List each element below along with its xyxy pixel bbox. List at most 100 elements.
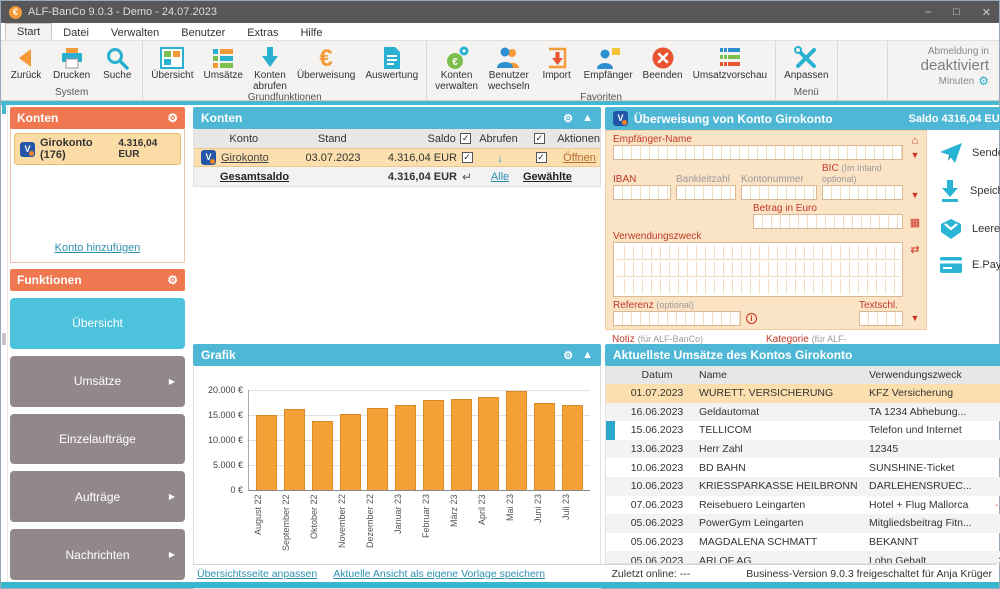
transaction-amount: -41,25 (995, 462, 1000, 474)
app-window: € ALF-BanCo 9.0.3 - Demo - 24.07.2023 – … (0, 0, 1000, 589)
sidebar-accounts-gear-icon[interactable]: ⚙ (167, 111, 178, 125)
chart-bar-november-22 (340, 414, 361, 491)
transaction-row[interactable]: 10.06.2023KRIESSPARKASSE HEILBRONNDARLEH… (606, 477, 1000, 496)
customize-overview-link[interactable]: Übersichtsseite anpassen (197, 568, 317, 580)
fetch-selected-link[interactable]: Gewählte (523, 171, 572, 183)
abrufen-checkbox[interactable]: ✓ (534, 133, 545, 144)
open-account-link[interactable]: Öffnen (563, 152, 596, 164)
fetch-all-link[interactable]: Alle (491, 171, 509, 183)
transaction-row[interactable]: 01.07.2023WURETT. VERSICHERUNGKFZ Versic… (606, 384, 1000, 403)
function-button-label: Umsätze (74, 374, 121, 388)
ribbon-button-search[interactable]: Suche (95, 43, 139, 82)
ribbon-button-customize[interactable]: Anpassen (779, 43, 833, 82)
amount-input[interactable] (753, 214, 903, 229)
total-label-link[interactable]: Gesamtsaldo (220, 171, 289, 183)
purpose-swap-icon[interactable]: ⇄ (910, 245, 919, 256)
ribbon-button-import[interactable]: Import (535, 43, 579, 82)
sidebar-account-item[interactable]: V Girokonto (176) 4.316,04 EUR (14, 133, 181, 165)
ribbon-button-quit[interactable]: Beenden (638, 43, 688, 82)
add-account-link[interactable]: Konto hinzufügen (55, 242, 141, 254)
save-template-link[interactable]: Aktuelle Ansicht als eigene Vorlage spei… (333, 568, 545, 580)
ribbon-button-label: Beenden (643, 71, 683, 82)
transaction-row[interactable]: 05.06.2023MAGDALENA SCHMATTBEKANNT-123,0… (606, 533, 1000, 552)
ribbon-button-manage-accounts[interactable]: €Konten verwalten (430, 43, 483, 92)
ribbon-button-overview[interactable]: Übersicht (146, 43, 198, 82)
transaction-row[interactable]: 05.06.2023PowerGym LeingartenMitgliedsbe… (606, 514, 1000, 533)
menu-tab-start[interactable]: Start (5, 23, 52, 40)
transaction-row[interactable]: 10.06.2023BD BAHNSUNSHINE-Ticket-41,25 (606, 458, 1000, 477)
chart-panel-gear-icon[interactable]: ⚙ (563, 349, 573, 362)
purpose-label: Verwendungszweck (613, 231, 903, 242)
iban-label: IBAN (613, 174, 671, 185)
ribbon-button-fetch-accounts[interactable]: Konten abrufen (248, 43, 292, 92)
calculator-icon[interactable]: ▦ (910, 218, 920, 229)
saldo-checkbox[interactable]: ✓ (460, 133, 471, 144)
accounts-panel-gear-icon[interactable]: ⚙ (563, 112, 573, 125)
transaction-row[interactable]: 13.06.2023Herr Zahl12345-0,75 (606, 440, 1000, 459)
transaction-row[interactable]: 16.06.2023GeldautomatTA 1234 Abhebung...… (606, 403, 1000, 422)
ribbon-button-back[interactable]: Zurück (4, 43, 48, 82)
info-icon[interactable]: i (746, 313, 757, 324)
minimize-button[interactable]: – (925, 6, 931, 19)
textkey-input[interactable] (859, 311, 903, 326)
home-recipient-icon[interactable]: ⌂ (912, 136, 919, 147)
transaction-row[interactable]: 15.06.2023TELLICOMTelefon und Internet-3… (606, 421, 1000, 440)
function-button-umsätze[interactable]: Umsätze▶ (10, 356, 185, 407)
transaction-purpose: 12345 (869, 443, 995, 455)
chart-x-axis: August 22September 22Oktober 22November … (249, 491, 590, 563)
menu-tab-benutzer[interactable]: Benutzer (170, 25, 236, 40)
bic-label: BIC (822, 163, 839, 174)
purpose-input[interactable] (613, 242, 903, 297)
transaction-row[interactable]: 07.06.2023Reisebuero LeingartenHotel + F… (606, 496, 1000, 515)
function-button-nachrichten[interactable]: Nachrichten▶ (10, 529, 185, 580)
ribbon-button-recipients[interactable]: Empfänger (579, 43, 638, 82)
ribbon-button-report[interactable]: Auswertung (360, 43, 423, 82)
function-button-einzelaufträge[interactable]: Einzelaufträge (10, 414, 185, 465)
row-marker-empty (606, 403, 615, 422)
sidebar-functions-gear-icon[interactable]: ⚙ (167, 273, 178, 287)
menu-tab-verwalten[interactable]: Verwalten (100, 25, 170, 40)
account-no-input[interactable] (741, 185, 817, 200)
account-table-row[interactable]: VGirokonto 03.07.2023 4.316,04 EUR ✓ ↓ ✓… (194, 148, 600, 167)
collapsed-side-strip[interactable] (1, 105, 8, 582)
row-saldo-checkbox[interactable]: ✓ (462, 152, 473, 163)
chart-panel-collapse-icon[interactable]: ▲ (582, 349, 593, 361)
function-button-übersicht[interactable]: Übersicht (10, 298, 185, 349)
logout-timer-box: Abmeldung in deaktiviert Minuten⚙ (887, 41, 999, 100)
transfer-action-label: Senden (972, 147, 1000, 159)
accounts-panel-collapse-icon[interactable]: ▲ (582, 112, 593, 124)
close-button[interactable]: ✕ (982, 6, 991, 19)
function-button-aufträge[interactable]: Aufträge▶ (10, 471, 185, 522)
recipient-dropdown-icon[interactable]: ▼ (911, 150, 920, 160)
iban-input[interactable] (613, 185, 671, 200)
bic-input[interactable] (822, 185, 903, 200)
menu-tab-hilfe[interactable]: Hilfe (289, 25, 333, 40)
sidebar-functions-title: Funktionen (17, 273, 82, 287)
transaction-row[interactable]: 05.06.2023ARLOF AGLohn Gehalt2.130,00 (606, 551, 1000, 564)
ribbon-button-switch-user[interactable]: Benutzer wechseln (483, 43, 535, 92)
y-tick-label: 20.000 € (208, 385, 243, 395)
transfer-action-senden[interactable]: Senden (939, 142, 1000, 164)
col-name: Name (699, 369, 869, 381)
blz-input[interactable] (676, 185, 736, 200)
fetch-arrow-icon[interactable]: ↓ (497, 151, 503, 165)
transfer-action-e-pay[interactable]: E.Pay (939, 255, 1000, 275)
textkey-dropdown-icon[interactable]: ▼ (911, 313, 920, 323)
ribbon-toolbar: ZurückDruckenSucheSystemÜbersichtUmsätze… (1, 41, 999, 101)
recipient-input[interactable] (613, 145, 903, 160)
transfer-action-leeren[interactable]: Leeren (939, 218, 1000, 240)
transfer-action-speichern[interactable]: Speichern (939, 179, 1000, 203)
ribbon-button-print[interactable]: Drucken (48, 43, 95, 82)
reference-input[interactable] (613, 311, 741, 326)
ribbon-button-preview[interactable]: Umsatzvorschau (688, 43, 772, 82)
ribbon-button-transactions[interactable]: Umsätze (199, 43, 248, 82)
col-saldo: Saldo (371, 133, 456, 145)
row-abrufen-checkbox[interactable]: ✓ (536, 152, 547, 163)
account-link[interactable]: Girokonto (221, 152, 269, 164)
menu-tab-datei[interactable]: Datei (52, 25, 100, 40)
menu-tab-extras[interactable]: Extras (236, 25, 289, 40)
logout-settings-gear-icon[interactable]: ⚙ (978, 74, 989, 88)
bank-dropdown-icon[interactable]: ▼ (911, 190, 920, 200)
ribbon-button-transfer[interactable]: €Überweisung (292, 43, 360, 82)
maximize-button[interactable]: □ (953, 6, 960, 19)
